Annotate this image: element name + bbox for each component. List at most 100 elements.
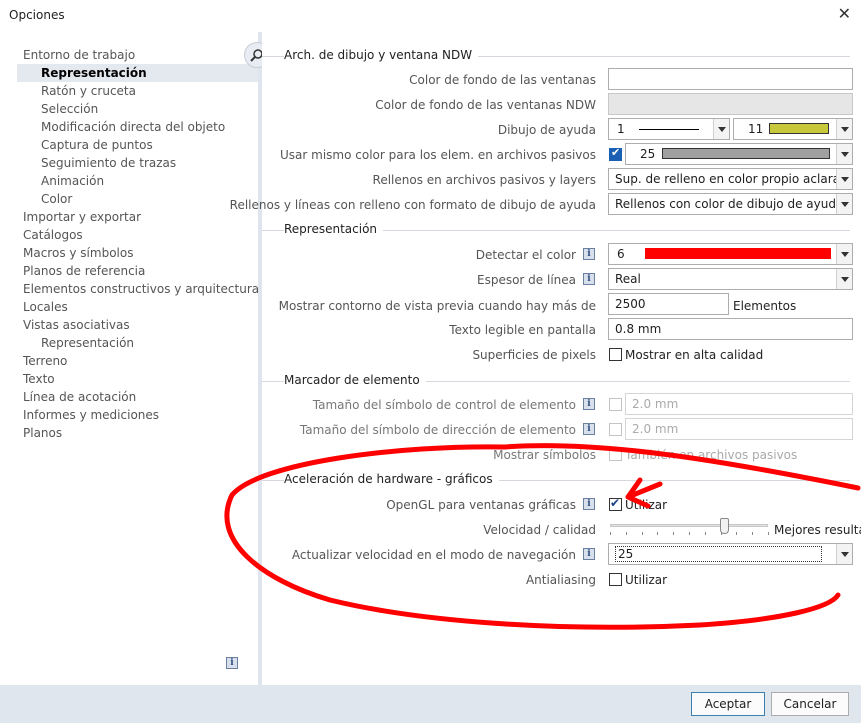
slider-thumb[interactable] (719, 518, 729, 534)
chevron-down-icon[interactable] (713, 119, 729, 139)
show-symbols-checkbox[interactable] (609, 448, 622, 461)
preview-outline-unit: Elementos (733, 299, 797, 313)
cancel-button[interactable]: Cancelar (771, 692, 849, 716)
tree-item[interactable]: Importar y exportar (23, 208, 141, 226)
close-icon[interactable]: ✕ (838, 4, 851, 23)
line-thickness-dropdown[interactable]: Real (608, 268, 853, 290)
antialiasing-checkbox[interactable] (609, 573, 622, 586)
help-pen-dropdown[interactable]: 11 (733, 118, 853, 140)
tree-item[interactable]: Color (41, 190, 72, 208)
preview-outline-value: 2500 (615, 297, 646, 311)
fills-passive-dropdown[interactable]: Sup. de relleno en color propio aclarado (608, 168, 853, 190)
control-symbol-value: 2.0 mm (632, 397, 679, 411)
info-icon[interactable]: i (583, 248, 595, 260)
label-help-drawing: Dibujo de ayuda (497, 123, 596, 137)
tree-item[interactable]: Macros y símbolos (23, 244, 133, 262)
pixel-surfaces-text: Mostrar en alta calidad (625, 348, 764, 362)
slider-tick (752, 532, 753, 535)
slider-tick (768, 532, 769, 535)
speed-quality-slider[interactable] (610, 518, 769, 538)
control-symbol-checkbox[interactable] (609, 398, 622, 411)
chevron-down-icon[interactable] (836, 119, 852, 139)
label-bg-color: Color de fondo de las ventanas (409, 73, 596, 87)
fills-lines-dropdown[interactable]: Rellenos con color de dibujo de ayuda (608, 193, 853, 215)
help-line-dropdown[interactable]: 1 (608, 118, 730, 140)
preview-outline-input[interactable]: 2500 (608, 293, 729, 315)
tree-item[interactable]: Locales (23, 298, 68, 316)
direction-symbol-checkbox[interactable] (609, 423, 622, 436)
label-same-color: Usar mismo color para los elem. en archi… (280, 148, 596, 162)
tree-item[interactable]: Elementos constructivos y arquitectura (23, 280, 259, 298)
info-icon[interactable]: i (583, 548, 595, 560)
help-pen-value: 11 (748, 122, 764, 136)
label-pixel-surfaces: Superficies de pixels (472, 348, 596, 362)
tree-item[interactable]: Captura de puntos (41, 136, 153, 154)
tree-item[interactable]: Seguimiento de trazas (41, 154, 176, 172)
info-icon[interactable]: i (583, 498, 595, 510)
tree-item[interactable]: Planos (23, 424, 62, 442)
info-icon[interactable]: i (583, 273, 595, 285)
readable-text-input[interactable]: 0.8 mm (608, 318, 853, 340)
slider-tick (642, 532, 643, 535)
label-bg-color-ndw: Color de fondo de las ventanas NDW (375, 98, 596, 112)
chevron-down-icon[interactable] (836, 144, 852, 164)
opengl-checkbox[interactable] (609, 496, 622, 511)
line-thickness-value: Real (615, 272, 641, 286)
same-color-checkbox[interactable] (609, 146, 622, 161)
chevron-down-icon[interactable] (836, 544, 852, 564)
detect-color-swatch (645, 248, 831, 259)
tree-item[interactable]: Catálogos (23, 226, 83, 244)
info-icon[interactable]: i (583, 423, 595, 435)
label-antialiasing: Antialiasing (525, 573, 596, 587)
tree-item[interactable]: Vistas asociativas (23, 316, 130, 334)
tree-item[interactable]: Animación (41, 172, 104, 190)
detect-color-value: 6 (617, 247, 625, 261)
tree-item[interactable]: Informes y mediciones (23, 406, 159, 424)
tree-item[interactable]: Entorno de trabajo (23, 46, 135, 64)
window-title: Opciones (9, 8, 65, 22)
info-icon[interactable]: i (226, 657, 238, 669)
label-show-symbols: Mostrar símbolos (493, 448, 596, 462)
direction-symbol-input[interactable]: 2.0 mm (625, 418, 853, 440)
fills-lines-value: Rellenos con color de dibujo de ayuda (615, 197, 844, 211)
tree-item[interactable]: Texto (23, 370, 55, 388)
opengl-text: Utilizar (625, 498, 668, 512)
same-color-swatch (662, 148, 830, 159)
readable-text-value: 0.8 mm (615, 322, 662, 336)
tree-item[interactable]: Línea de acotación (23, 388, 136, 406)
tree-item[interactable]: Representación (17, 64, 258, 82)
section-title-representacion: Representación (284, 222, 384, 236)
same-color-dropdown[interactable]: 25 (625, 143, 853, 165)
help-pen-swatch (769, 123, 829, 134)
chevron-down-icon[interactable] (836, 244, 852, 264)
chevron-down-icon[interactable] (836, 194, 852, 214)
chevron-down-icon[interactable] (836, 269, 852, 289)
bg-color-field[interactable] (608, 68, 853, 90)
tree-item[interactable]: Selección (41, 100, 98, 118)
tree-item[interactable]: Representación (41, 334, 134, 352)
slider-tick (626, 532, 627, 535)
tree-item[interactable]: Planos de referencia (23, 262, 145, 280)
show-symbols-text: También en archivos pasivos (625, 448, 798, 462)
pixel-surfaces-checkbox[interactable] (609, 348, 622, 361)
bg-color-ndw-field[interactable] (608, 93, 853, 115)
label-readable-text: Texto legible en pantalla (449, 323, 596, 337)
tree-item[interactable]: Terreno (23, 352, 67, 370)
antialiasing-text: Utilizar (625, 573, 668, 587)
update-speed-dropdown[interactable]: 25 (608, 543, 853, 565)
title-bar: Opciones ✕ (0, 0, 861, 32)
slider-tick (736, 532, 737, 535)
tree-item[interactable]: Modificación directa del objeto (41, 118, 225, 136)
chevron-down-icon[interactable] (836, 169, 852, 189)
ok-button[interactable]: Aceptar (691, 692, 765, 716)
section-title-marcador: Marcador de elemento (284, 373, 426, 387)
detect-color-dropdown[interactable]: 6 (608, 243, 853, 265)
tree-item[interactable]: Ratón y cruceta (41, 82, 136, 100)
direction-symbol-value: 2.0 mm (632, 422, 679, 436)
update-speed-value: 25 (615, 546, 823, 562)
info-icon[interactable]: i (583, 398, 595, 410)
control-symbol-input[interactable]: 2.0 mm (625, 393, 853, 415)
label-speed-quality: Velocidad / calidad (483, 523, 596, 537)
label-fills-lines: Rellenos y líneas con relleno con format… (229, 198, 596, 212)
slider-track (610, 524, 768, 527)
